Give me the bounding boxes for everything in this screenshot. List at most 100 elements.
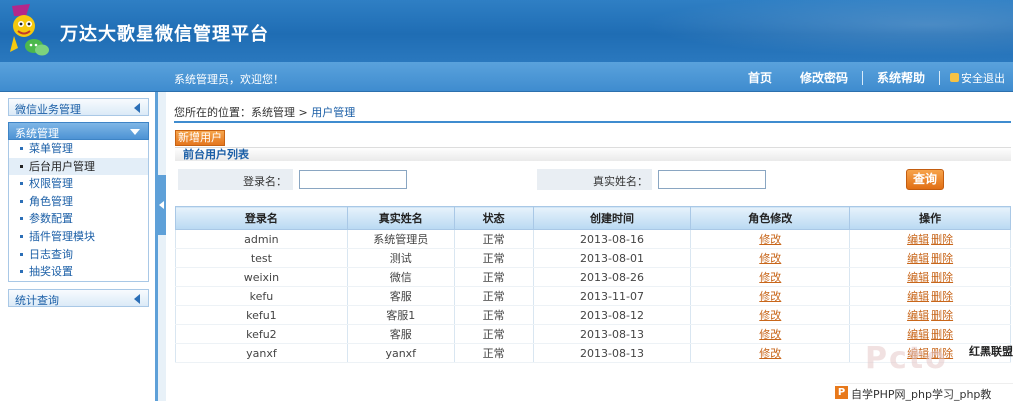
collapse-arrow-icon: [134, 294, 140, 304]
col-login: 登录名: [175, 206, 348, 230]
edit-link[interactable]: 编辑: [907, 252, 929, 265]
delete-link[interactable]: 删除: [931, 271, 953, 284]
welcome-text: 系统管理员，欢迎您！: [174, 73, 284, 86]
list-title: 前台用户列表: [183, 148, 249, 161]
edit-link[interactable]: 编辑: [907, 290, 929, 303]
edit-role-link[interactable]: 修改: [759, 271, 781, 284]
nav-home-link[interactable]: 首页: [734, 69, 786, 86]
cell-realname: 微信: [346, 267, 455, 287]
breadcrumb-prefix: 您所在的位置：: [174, 106, 251, 119]
edit-link[interactable]: 编辑: [907, 233, 929, 246]
col-status: 状态: [453, 206, 534, 230]
top-nav-bar: 系统管理员，欢迎您！ 首页 修改密码 系统帮助 安全退出: [0, 62, 1013, 92]
edit-role-link[interactable]: 修改: [759, 328, 781, 341]
table-header-row: 登录名 真实姓名 状态 创建时间 角色修改 操作: [175, 206, 1011, 230]
nav-help-link[interactable]: 系统帮助: [863, 69, 939, 86]
table-row: weixin 微信 正常 2013-08-26 修改 编辑 删除: [175, 267, 1011, 287]
delete-link[interactable]: 删除: [931, 252, 953, 265]
cell-login: kefu2: [175, 324, 348, 344]
list-title-bar: 前台用户列表: [175, 147, 1011, 161]
sidebar-item-lottery[interactable]: 抽奖设置: [9, 263, 148, 281]
cell-realname: yanxf: [346, 343, 455, 363]
cell-realname: 系统管理员: [346, 229, 455, 249]
edit-role-link[interactable]: 修改: [759, 233, 781, 246]
edit-link[interactable]: 编辑: [907, 271, 929, 284]
nav-change-password-link[interactable]: 修改密码: [786, 69, 862, 86]
cell-status: 正常: [453, 248, 534, 268]
sidebar-menu-system: 菜单管理 后台用户管理 权限管理 角色管理 参数配置 插件管理模块 日志查询 抽…: [8, 140, 149, 282]
sidebar-group-label: 系统管理: [15, 127, 59, 140]
sidebar-item-admin-users[interactable]: 后台用户管理: [9, 157, 148, 176]
watermark-p-icon: P: [835, 386, 848, 399]
cell-status: 正常: [453, 286, 534, 306]
cell-login: kefu1: [175, 305, 348, 325]
cell-role-edit: 修改: [690, 229, 851, 249]
search-button[interactable]: 查询: [906, 169, 944, 190]
table-row: kefu 客服 正常 2013-11-07 修改 编辑 删除: [175, 286, 1011, 306]
sidebar-toggle-handle[interactable]: [158, 175, 166, 235]
sidebar-item-params[interactable]: 参数配置: [9, 210, 148, 228]
watermark-strip: P 自学PHP网_php学习_php教: [835, 383, 1013, 401]
sidebar-group-label: 微信业务管理: [15, 103, 81, 116]
header-decoration: [593, 0, 1013, 62]
edit-role-link[interactable]: 修改: [759, 252, 781, 265]
cell-realname: 客服: [346, 324, 455, 344]
login-label: 登录名：: [243, 175, 287, 188]
cell-created: 2013-08-13: [532, 343, 692, 363]
sidebar-group-stats[interactable]: 统计查询: [8, 289, 149, 307]
cell-role-edit: 修改: [690, 324, 851, 344]
col-actions: 操作: [849, 206, 1011, 230]
sidebar-group-label: 统计查询: [15, 294, 59, 307]
mascot-logo-icon: [10, 4, 49, 56]
real-name-input[interactable]: [658, 170, 766, 189]
watermark-brand: 红黑联盟: [969, 345, 1013, 358]
edit-role-link[interactable]: 修改: [759, 290, 781, 303]
sidebar-item-plugins[interactable]: 插件管理模块: [9, 228, 148, 246]
sidebar-item-roles[interactable]: 角色管理: [9, 193, 148, 211]
cell-login: test: [175, 248, 348, 268]
cell-status: 正常: [453, 343, 534, 363]
site-watermark: Pcto 红黑联盟 P 自学PHP网_php学习_php教: [835, 339, 1013, 401]
cell-created: 2013-08-26: [532, 267, 692, 287]
cell-actions: 编辑 删除: [849, 286, 1011, 306]
edit-link[interactable]: 编辑: [907, 309, 929, 322]
sidebar-group-wechat[interactable]: 微信业务管理: [8, 98, 149, 116]
cell-actions: 编辑 删除: [849, 305, 1011, 325]
cell-login: weixin: [175, 267, 348, 287]
cell-created: 2013-08-13: [532, 324, 692, 344]
table-row: kefu1 客服1 正常 2013-08-12 修改 编辑 删除: [175, 305, 1011, 325]
app-header: 万达大歌星微信管理平台: [0, 0, 1013, 62]
watermark-text: 自学PHP网_php学习_php教: [851, 388, 992, 401]
col-realname: 真实姓名: [346, 206, 455, 230]
edit-role-link[interactable]: 修改: [759, 309, 781, 322]
login-name-input[interactable]: [299, 170, 407, 189]
sidebar-item-logs[interactable]: 日志查询: [9, 246, 148, 264]
app-title: 万达大歌星微信管理平台: [60, 24, 269, 45]
breadcrumb-parent[interactable]: 系统管理: [251, 106, 295, 119]
delete-link[interactable]: 删除: [931, 233, 953, 246]
cell-status: 正常: [453, 324, 534, 344]
collapse-arrow-icon: [134, 103, 140, 113]
cell-actions: 编辑 删除: [849, 267, 1011, 287]
cell-login: kefu: [175, 286, 348, 306]
cell-status: 正常: [453, 267, 534, 287]
delete-link[interactable]: 删除: [931, 309, 953, 322]
chevron-left-icon: [159, 201, 164, 209]
cell-created: 2013-08-16: [532, 229, 692, 249]
sidebar-item-menu[interactable]: 菜单管理: [9, 140, 148, 158]
cell-login: admin: [175, 229, 348, 249]
top-nav-links: 首页 修改密码 系统帮助 安全退出: [734, 69, 1005, 86]
sidebar-item-permissions[interactable]: 权限管理: [9, 175, 148, 193]
cell-role-edit: 修改: [690, 343, 851, 363]
logout-link[interactable]: 安全退出: [940, 70, 1005, 86]
delete-link[interactable]: 删除: [931, 290, 953, 303]
breadcrumb-current: 用户管理: [311, 106, 356, 119]
add-user-button[interactable]: 新增用户: [175, 130, 225, 146]
sidebar-group-system[interactable]: 系统管理: [8, 122, 149, 140]
cell-actions: 编辑 删除: [849, 229, 1011, 249]
logout-label: 安全退出: [961, 71, 1005, 85]
cell-role-edit: 修改: [690, 248, 851, 268]
edit-role-link[interactable]: 修改: [759, 347, 781, 360]
table-row: test 测试 正常 2013-08-01 修改 编辑 删除: [175, 248, 1011, 268]
cell-role-edit: 修改: [690, 286, 851, 306]
